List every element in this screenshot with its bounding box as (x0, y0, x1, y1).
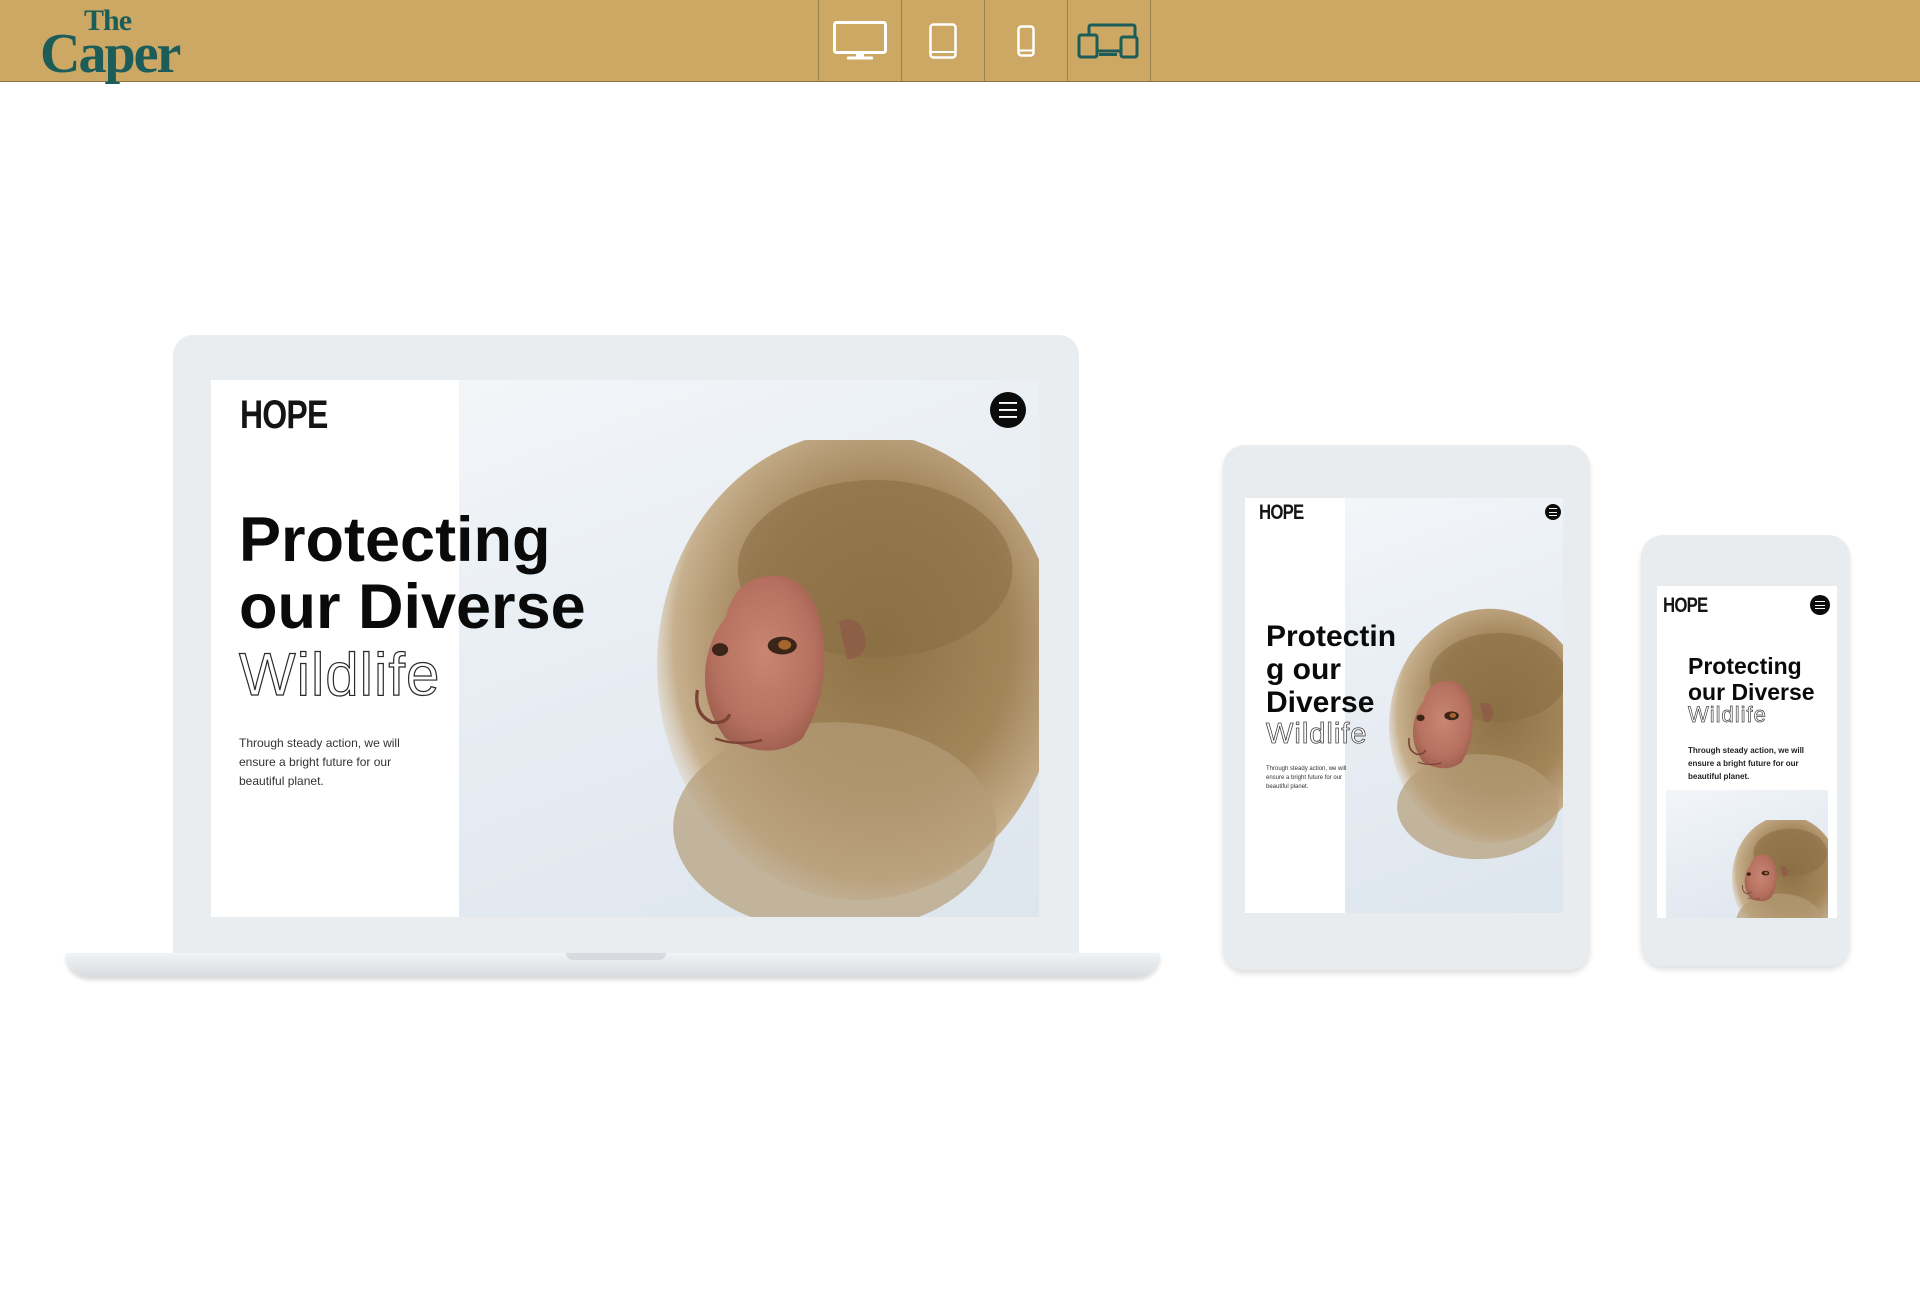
headline-line-2: g our (1266, 653, 1341, 686)
hero-description: Through steady action, we will ensure a … (1266, 765, 1366, 792)
site-logo[interactable]: HOPE (240, 393, 328, 438)
phone-preview-screen[interactable]: HOPE Protecting our Diverse Wildlife Thr… (1657, 586, 1837, 918)
site-logo[interactable]: HOPE (1663, 594, 1708, 618)
description-line-1: Through steady action, we will (1266, 766, 1347, 772)
tablet-icon (929, 22, 957, 59)
menu-button[interactable] (1810, 595, 1830, 615)
headline-line-2: our Diverse (239, 572, 586, 642)
top-bar: The Caper (0, 0, 1920, 82)
brand-logo-large: Caper (40, 23, 181, 85)
headline-outline-word: Wildlife (1266, 718, 1368, 751)
desktop-icon (833, 20, 887, 59)
headline-outline-word: Wildlife (1688, 702, 1767, 727)
description-line-2: ensure a bright future for our (239, 755, 392, 769)
hero-photo (459, 380, 1039, 917)
headline-line-1: Protecting (1688, 653, 1802, 679)
description-line-1: Through steady action, we will (1688, 746, 1805, 755)
desktop-view-button[interactable] (819, 0, 902, 81)
laptop-preview-screen[interactable]: HOPE Protecting our Diverse Wildlife Thr… (211, 380, 1039, 917)
all-devices-view-button[interactable] (1068, 0, 1151, 81)
menu-button[interactable] (990, 392, 1026, 428)
laptop-notch (566, 953, 666, 960)
headline-line-1: Protecting (239, 505, 551, 575)
menu-button[interactable] (1545, 504, 1561, 520)
hamburger-icon (1549, 508, 1557, 516)
monkey-photo (1731, 820, 1828, 918)
hero-description: Through steady action, we will ensure a … (1688, 744, 1828, 783)
phone-view-button[interactable] (985, 0, 1068, 81)
hero-photo (1666, 790, 1828, 918)
headline-outline-word: Wildlife (238, 641, 441, 708)
description-line-2: ensure a bright future for our (1266, 775, 1343, 781)
hamburger-icon (1815, 600, 1825, 610)
description-line-3: beautiful planet. (1266, 784, 1309, 790)
description-line-1: Through steady action, we will (239, 736, 400, 750)
phone-icon (1017, 24, 1035, 57)
headline-line-3: Diverse (1266, 686, 1375, 719)
brand-logo[interactable]: The Caper (40, 6, 200, 83)
multi-device-icon (1077, 23, 1139, 58)
description-line-3: beautiful planet. (1688, 772, 1750, 781)
hamburger-icon (999, 402, 1017, 418)
description-line-2: ensure a bright future for our (1688, 759, 1799, 768)
description-line-3: beautiful planet. (239, 774, 324, 788)
hero-headline: Protecting our Diverse (1688, 653, 1815, 705)
hero-headline: Protectin g our Diverse (1266, 620, 1396, 719)
site-logo[interactable]: HOPE (1259, 501, 1304, 525)
tablet-view-button[interactable] (902, 0, 985, 81)
monkey-photo (655, 440, 1039, 917)
tablet-preview-screen[interactable]: HOPE Protectin g our Diverse Wildlife Th… (1245, 498, 1563, 913)
device-switcher (818, 0, 1151, 82)
hero-description: Through steady action, we will ensure a … (239, 734, 400, 791)
hero-headline: Protecting our Diverse (239, 507, 586, 641)
headline-line-1: Protectin (1266, 620, 1397, 653)
monkey-photo (1388, 607, 1563, 860)
